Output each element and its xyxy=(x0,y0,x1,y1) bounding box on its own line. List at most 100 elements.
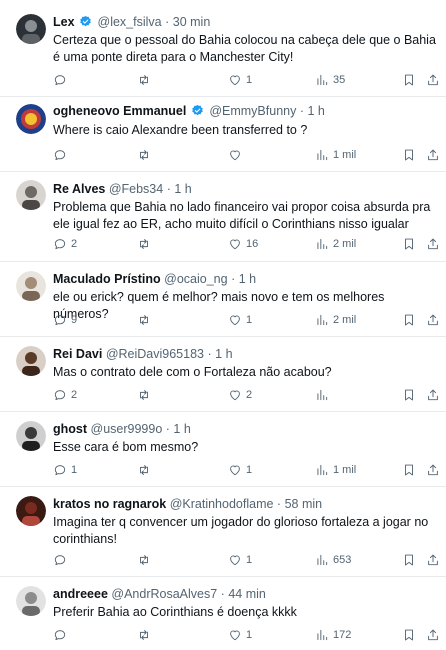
timestamp[interactable]: 30 min xyxy=(173,15,211,29)
bookmark-button[interactable] xyxy=(402,312,416,328)
reply-button[interactable] xyxy=(53,627,71,643)
avatar[interactable] xyxy=(16,14,46,44)
avatar[interactable] xyxy=(16,346,46,376)
like-button[interactable] xyxy=(228,147,246,163)
repost-button[interactable] xyxy=(137,72,155,88)
post-text: Certeza que o pessoal do Bahia colocou n… xyxy=(53,33,436,64)
timestamp[interactable]: 1 h xyxy=(215,347,232,361)
reply-post[interactable]: Rei Davi @ReiDavi965183 · 1 h Mas o cont… xyxy=(0,337,446,412)
reply-button[interactable]: 9 xyxy=(53,312,77,328)
share-button[interactable] xyxy=(426,387,440,403)
user-handle[interactable]: @ocaio_ng xyxy=(164,272,227,286)
share-button[interactable] xyxy=(426,552,440,568)
reply-post[interactable]: kratos no ragnarok @Kratinhodoflame · 58… xyxy=(0,487,446,577)
repost-button[interactable] xyxy=(137,147,155,163)
user-handle[interactable]: @ReiDavi965183 xyxy=(106,347,204,361)
action-bar: 2 16 2 mil xyxy=(53,236,440,252)
like-button[interactable]: 1 xyxy=(228,462,252,478)
views-button[interactable] xyxy=(315,387,333,403)
views-button[interactable]: 1 mil xyxy=(315,462,356,478)
repost-button[interactable] xyxy=(137,462,155,478)
bookmark-button[interactable] xyxy=(402,72,416,88)
repost-icon xyxy=(140,390,148,400)
timestamp[interactable]: 58 min xyxy=(285,497,323,511)
reply-post[interactable]: ogheneovo Emmanuel @EmmyBfunny · 1 h Whe… xyxy=(0,97,446,172)
like-button[interactable]: 2 xyxy=(228,387,252,403)
reply-post[interactable]: ghost @user9999o · 1 h Esse cara é bom m… xyxy=(0,412,446,487)
reply-count: 1 xyxy=(71,464,78,476)
like-button[interactable]: 1 xyxy=(228,627,252,643)
like-button[interactable]: 1 xyxy=(228,552,252,568)
reply-post[interactable]: Maculado Prístino @ocaio_ng · 1 h ele ou… xyxy=(0,262,446,337)
repost-button[interactable] xyxy=(137,312,155,328)
views-button[interactable]: 1 mil xyxy=(315,147,356,163)
like-count: 1 xyxy=(246,554,253,566)
user-handle[interactable]: @user9999o xyxy=(91,422,163,436)
display-name[interactable]: andreeee xyxy=(53,587,108,601)
user-handle[interactable]: @AndrRosaAlves7 xyxy=(111,587,217,601)
views-button[interactable]: 2 mil xyxy=(315,236,356,252)
avatar[interactable] xyxy=(16,271,46,301)
display-name[interactable]: ogheneovo Emmanuel xyxy=(53,104,186,118)
views-button[interactable]: 172 xyxy=(315,627,351,643)
avatar[interactable] xyxy=(16,586,46,616)
user-handle[interactable]: @Kratinhodoflame xyxy=(170,497,274,511)
timestamp[interactable]: 1 h xyxy=(174,182,191,196)
reply-button[interactable]: 2 xyxy=(53,387,77,403)
timestamp[interactable]: 44 min xyxy=(228,587,266,601)
display-name[interactable]: Rei Davi xyxy=(53,347,102,361)
timestamp[interactable]: 1 h xyxy=(173,422,190,436)
reply-button[interactable]: 1 xyxy=(53,462,77,478)
timestamp[interactable]: 1 h xyxy=(239,272,256,286)
repost-button[interactable] xyxy=(137,552,155,568)
avatar[interactable] xyxy=(16,180,46,210)
display-name[interactable]: Re Alves xyxy=(53,182,105,196)
share-button[interactable] xyxy=(426,236,440,252)
like-button[interactable]: 1 xyxy=(228,72,252,88)
bookmark-button[interactable] xyxy=(402,387,416,403)
bookmark-button[interactable] xyxy=(402,147,416,163)
bookmark-button[interactable] xyxy=(402,552,416,568)
share-icon xyxy=(428,629,438,641)
avatar[interactable] xyxy=(16,104,46,134)
timestamp[interactable]: 1 h xyxy=(308,104,325,118)
share-button[interactable] xyxy=(426,72,440,88)
reply-post[interactable]: Lex @lex_fsilva · 30 min Certeza que o p… xyxy=(0,0,446,97)
reply-count: 2 xyxy=(71,238,78,250)
bookmark-button[interactable] xyxy=(402,236,416,252)
display-name[interactable]: Lex xyxy=(53,15,75,29)
display-name[interactable]: ghost xyxy=(53,422,87,436)
avatar[interactable] xyxy=(16,496,46,526)
like-button[interactable]: 1 xyxy=(228,312,252,328)
views-button[interactable]: 653 xyxy=(315,552,351,568)
user-handle[interactable]: @Febs34 xyxy=(109,182,163,196)
display-name[interactable]: Maculado Prístino xyxy=(53,272,161,286)
like-button[interactable]: 16 xyxy=(228,236,258,252)
separator-dot: · xyxy=(299,104,305,118)
repost-button[interactable] xyxy=(137,236,155,252)
views-button[interactable]: 35 xyxy=(315,72,345,88)
reply-button[interactable] xyxy=(53,72,71,88)
avatar[interactable] xyxy=(16,421,46,451)
views-icon xyxy=(317,314,328,326)
display-name[interactable]: kratos no ragnarok xyxy=(53,497,166,511)
repost-button[interactable] xyxy=(137,387,155,403)
views-button[interactable]: 2 mil xyxy=(315,312,356,328)
reply-button[interactable]: 2 xyxy=(53,236,77,252)
user-handle[interactable]: @EmmyBfunny xyxy=(209,104,296,118)
reply-icon xyxy=(54,150,66,161)
reply-post[interactable]: andreeee @AndrRosaAlves7 · 44 min Prefer… xyxy=(0,577,446,650)
repost-icon xyxy=(140,75,148,85)
bookmark-button[interactable] xyxy=(402,627,416,643)
user-handle[interactable]: @lex_fsilva xyxy=(98,15,162,29)
share-button[interactable] xyxy=(426,147,440,163)
bookmark-button[interactable] xyxy=(402,462,416,478)
reply-button[interactable] xyxy=(53,552,71,568)
share-button[interactable] xyxy=(426,627,440,643)
share-button[interactable] xyxy=(426,312,440,328)
reply-button[interactable] xyxy=(53,147,71,163)
reply-post[interactable]: Re Alves @Febs34 · 1 h Problema que Bahi… xyxy=(0,172,446,262)
repost-button[interactable] xyxy=(137,627,155,643)
share-button[interactable] xyxy=(426,462,440,478)
like-count: 16 xyxy=(246,238,259,250)
